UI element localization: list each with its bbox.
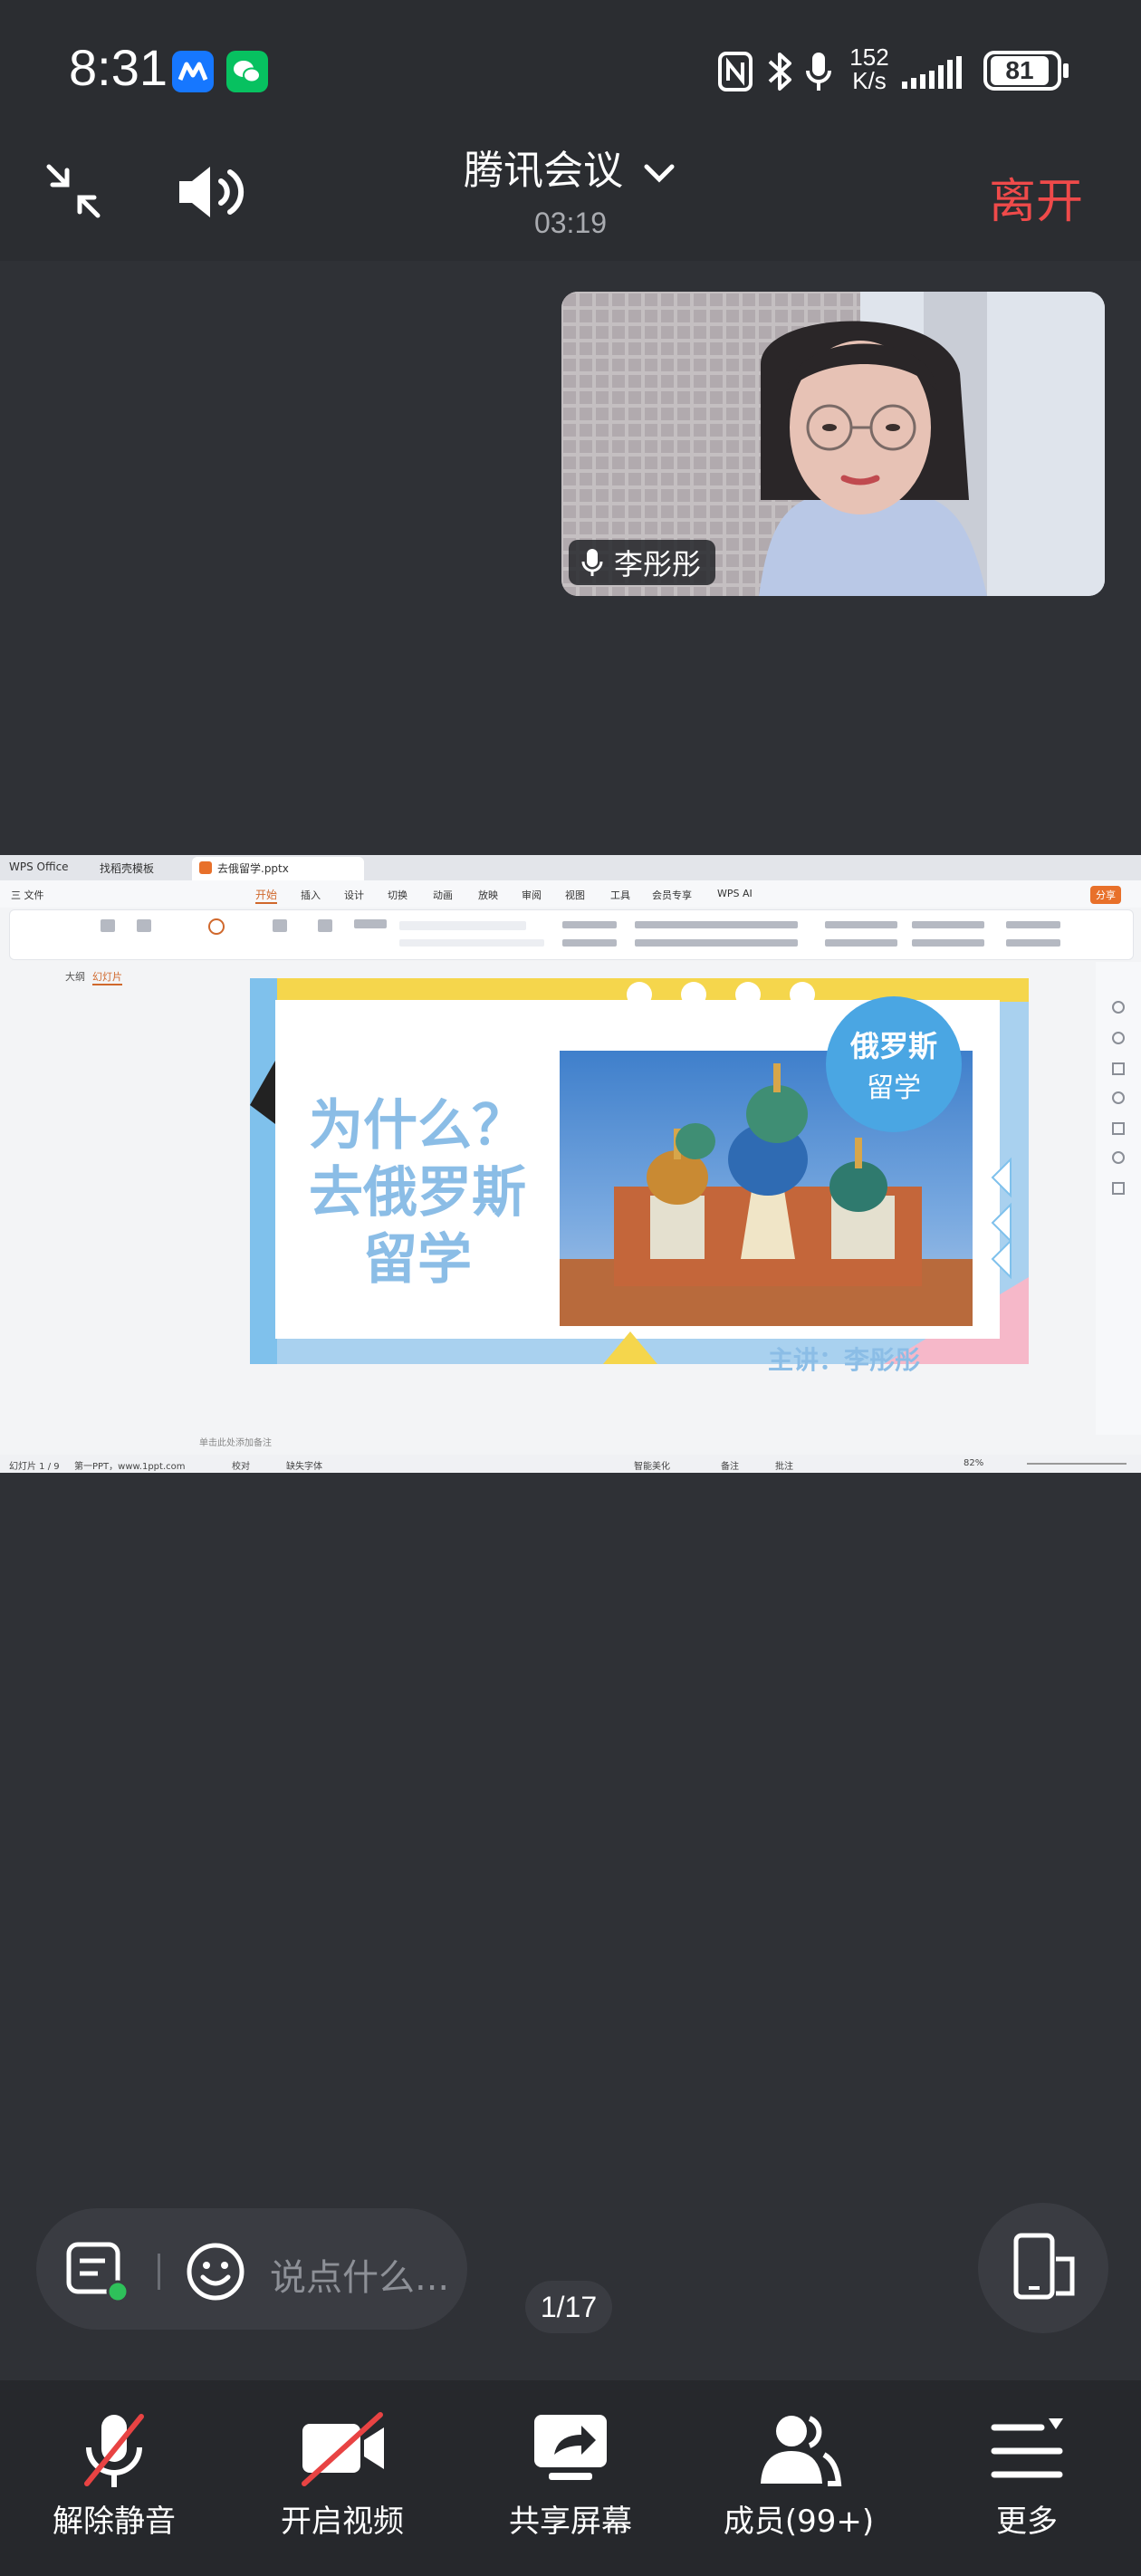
share-screen-button[interactable]: 共享屏幕 <box>480 2409 661 2541</box>
status-zoom[interactable]: 82% <box>964 1458 983 1468</box>
meeting-title[interactable]: 腾讯会议 <box>0 138 1141 196</box>
slide-presenter: 主讲：李彤彤 <box>768 1345 921 1375</box>
emoji-icon[interactable] <box>185 2241 246 2306</box>
nfc-icon <box>717 51 753 96</box>
status-missing-font[interactable]: 缺失字体 <box>286 1458 322 1472</box>
battery-tip <box>1063 63 1069 78</box>
meeting-timer: 03:19 <box>533 207 608 239</box>
slide-title-line2: 去俄罗斯 <box>309 1161 526 1225</box>
slide-title: 为什么？ 去俄罗斯 留学 <box>295 1092 540 1293</box>
bluetooth-icon <box>766 49 793 98</box>
menu-transition[interactable]: 切换 <box>388 888 408 902</box>
signal-icon <box>902 54 973 94</box>
share-screen-icon <box>534 2415 607 2480</box>
status-theme: 第一PPT，www.1ppt.com <box>74 1462 186 1472</box>
outline-tab[interactable]: 大纲 <box>65 969 85 984</box>
status-smart[interactable]: 智能美化 <box>634 1458 670 1472</box>
mic-muted-icon <box>84 2414 144 2487</box>
status-comment[interactable]: 批注 <box>775 1458 793 1472</box>
status-check[interactable]: 校对 <box>232 1458 250 1472</box>
switch-device-button[interactable] <box>978 2203 1108 2333</box>
menu-file[interactable]: 三 文件 <box>11 888 44 902</box>
status-slide-count: 幻灯片 1 / 9 <box>9 1462 60 1472</box>
right-tool-strip[interactable] <box>1096 962 1141 1435</box>
start-video-label: 开启视频 <box>281 2504 404 2540</box>
slide-title-line3: 留学 <box>363 1228 472 1292</box>
more-menu-icon <box>991 2418 1063 2478</box>
menu-member[interactable]: 会员专享 <box>652 888 692 902</box>
phone-tablet-icon <box>1013 2233 1075 2300</box>
camera-off-icon <box>302 2412 384 2486</box>
status-time: 8:31 <box>69 39 168 96</box>
slide-badge: 俄罗斯 留学 <box>826 996 962 1132</box>
menu-wps-ai[interactable]: WPS AI <box>717 888 753 899</box>
pptx-icon <box>199 861 212 874</box>
battery-icon: 81 <box>983 51 1061 91</box>
menu-animation[interactable]: 动画 <box>433 888 453 902</box>
slide-badge-line1: 俄罗斯 <box>849 1029 937 1063</box>
meeting-title-text: 腾讯会议 <box>464 148 623 194</box>
right-tool-icons <box>1112 1001 1125 1195</box>
slides-tab[interactable]: 幻灯片 <box>92 969 122 985</box>
zoom-slider[interactable] <box>1027 1463 1127 1465</box>
unmute-label: 解除静音 <box>53 2504 176 2540</box>
notes-placeholder[interactable]: 单击此处添加备注 <box>199 1435 272 1448</box>
wps-status-bar: 幻灯片 1 / 9 第一PPT，www.1ppt.com 校对 缺失字体 智能美… <box>0 1455 1141 1473</box>
mic-icon <box>581 549 603 576</box>
wps-tab-active[interactable]: 去俄留学.pptx <box>192 857 364 880</box>
wps-tab-templates[interactable]: 找稻壳模板 <box>100 860 154 876</box>
menu-design[interactable]: 设计 <box>344 888 364 902</box>
slide-title-line1: 为什么？ <box>309 1094 526 1158</box>
chat-divider <box>158 2254 160 2290</box>
menu-slideshow[interactable]: 放映 <box>478 888 498 902</box>
wps-tab-bar <box>0 855 1141 880</box>
participant-name-chip: 李彤彤 <box>569 540 716 585</box>
wps-tab-home[interactable]: WPS Office <box>9 860 69 873</box>
menu-insert[interactable]: 插入 <box>301 888 321 902</box>
network-speed-value: 152 <box>849 43 889 71</box>
menu-home[interactable]: 开始 <box>255 887 278 904</box>
chat-input[interactable]: 说点什么... <box>270 2248 449 2301</box>
slide-canvas[interactable]: 俄罗斯 留学 为什么？ 去俄罗斯 留学 主讲：李彤彤 <box>250 978 1029 1375</box>
leave-button[interactable]: 离开 <box>989 163 1083 231</box>
menu-review[interactable]: 审阅 <box>522 888 542 902</box>
members-button[interactable]: 成员(99+) <box>708 2409 889 2541</box>
battery-level: 81 <box>991 56 1049 85</box>
chat-list-icon[interactable] <box>65 2241 129 2306</box>
more-button[interactable]: 更多 <box>936 2409 1117 2541</box>
participant-name: 李彤彤 <box>614 547 702 582</box>
shared-screen[interactable]: WPS Office 找稻壳模板 去俄留学.pptx 三 文件 开始 插入 设计… <box>0 855 1141 1473</box>
menu-view[interactable]: 视图 <box>565 888 585 902</box>
microphone-status-icon <box>804 49 833 98</box>
slide-badge-line2: 留学 <box>867 1072 921 1104</box>
page-indicator: 1/17 <box>525 2281 612 2333</box>
app-notification-icon <box>172 51 214 92</box>
wechat-icon <box>226 51 268 92</box>
status-notes[interactable]: 备注 <box>721 1458 739 1472</box>
ribbon-icons <box>101 918 1060 947</box>
slide-panel[interactable]: 大纲 幻灯片 <box>0 962 190 1435</box>
wps-menu-bar: 三 文件 开始 插入 设计 切换 动画 放映 审阅 视图 工具 会员专享 WPS… <box>0 880 1141 908</box>
wps-share-button[interactable]: 分享 <box>1090 886 1121 904</box>
wps-ribbon[interactable] <box>9 909 1134 960</box>
members-label: 成员(99+) <box>723 2504 875 2540</box>
network-speed-unit: K/s <box>852 67 887 94</box>
share-screen-label: 共享屏幕 <box>509 2504 632 2540</box>
more-label: 更多 <box>996 2504 1058 2540</box>
menu-tools[interactable]: 工具 <box>610 888 630 902</box>
chevron-down-icon <box>644 164 675 183</box>
wps-tab-active-label: 去俄留学.pptx <box>217 862 289 875</box>
members-icon <box>761 2416 842 2486</box>
unmute-button[interactable]: 解除静音 <box>24 2409 205 2541</box>
start-video-button[interactable]: 开启视频 <box>252 2409 433 2541</box>
network-speed: 152 K/s <box>848 45 891 92</box>
